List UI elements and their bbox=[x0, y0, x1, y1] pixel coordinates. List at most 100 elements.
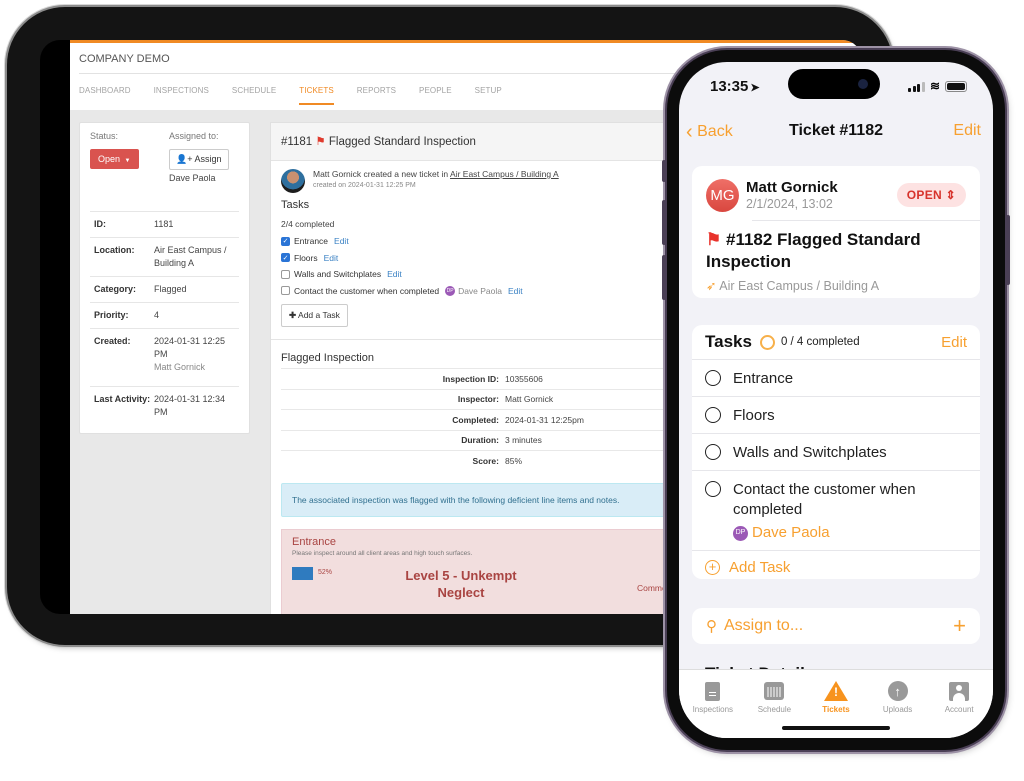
tab-label: Tickets bbox=[822, 705, 850, 714]
chevron-up-down-icon: ⇕ bbox=[945, 188, 956, 202]
inspection-value: 2024-01-31 12:25pm bbox=[505, 414, 584, 425]
tab-tickets[interactable]: ! Tickets bbox=[806, 680, 866, 714]
tab-account[interactable]: Account bbox=[929, 680, 989, 714]
field-created: Created: 2024-01-31 12:25 PM Matt Gornic… bbox=[90, 328, 239, 386]
nav-dashboard[interactable]: DASHBOARD bbox=[79, 74, 131, 107]
mobile-app-screen: 13:35 ➤ ≋ ‹ Back Ticket #1182 Edit MG Ma… bbox=[679, 62, 993, 738]
navigation-bar: ‹ Back Ticket #1182 Edit bbox=[679, 112, 993, 152]
task-checkbox[interactable] bbox=[281, 269, 290, 279]
task-label: Contact the customer when completed bbox=[733, 481, 916, 518]
flagged-alert: The associated inspection was flagged wi… bbox=[281, 482, 679, 517]
assign-row[interactable]: ⚲ Assign to... + bbox=[692, 608, 980, 644]
account-icon bbox=[949, 681, 970, 701]
nav-people[interactable]: PEOPLE bbox=[419, 74, 452, 107]
field-category: Category: Flagged bbox=[90, 276, 239, 302]
inspection-label: Score: bbox=[472, 455, 499, 466]
screen-title: Ticket #1182 bbox=[788, 122, 883, 139]
inspection-label: Inspection ID: bbox=[442, 373, 499, 384]
task-edit-link[interactable]: Edit bbox=[324, 253, 339, 263]
edit-button[interactable]: Edit bbox=[953, 122, 981, 140]
nav-reports[interactable]: REPORTS bbox=[357, 74, 396, 107]
task-row[interactable]: Entrance bbox=[692, 360, 980, 397]
task-row[interactable]: Floors bbox=[692, 397, 980, 434]
field-value: 2024-01-31 12:34 PM bbox=[154, 394, 226, 417]
location-link[interactable]: Air East Campus / Building A bbox=[450, 169, 559, 179]
phone-action-button bbox=[662, 160, 666, 182]
tab-uploads[interactable]: ↑ Uploads bbox=[868, 680, 928, 714]
field-value: 4 bbox=[154, 310, 160, 320]
avatar bbox=[281, 169, 305, 193]
inspection-label: Duration: bbox=[461, 435, 499, 446]
task-checkbox[interactable] bbox=[705, 444, 721, 460]
plus-circle-icon: + bbox=[705, 560, 720, 575]
task-edit-link[interactable]: Edit bbox=[334, 236, 349, 246]
nav-schedule[interactable]: SCHEDULE bbox=[232, 74, 276, 107]
tasks-edit-button[interactable]: Edit bbox=[941, 334, 967, 351]
task-checkbox[interactable] bbox=[281, 286, 290, 296]
field-last-activity: Last Activity: 2024-01-31 12:34 PM bbox=[90, 386, 239, 425]
assign-button[interactable]: 👤+ Assign bbox=[169, 149, 229, 170]
task-checkbox[interactable]: ✓ bbox=[281, 236, 290, 246]
location-arrow-icon: ➤ bbox=[750, 82, 760, 94]
inspection-row: Duration: 3 minutes bbox=[281, 429, 679, 451]
task-edit-link[interactable]: Edit bbox=[508, 286, 523, 296]
add-task-button[interactable]: ✚ Add a Task bbox=[281, 304, 348, 327]
deficient-title: Entrance bbox=[292, 535, 337, 548]
plus-icon: + bbox=[953, 613, 966, 638]
field-label: Location: bbox=[94, 245, 135, 255]
add-task-button[interactable]: + Add Task bbox=[692, 551, 980, 584]
status-bar: 13:35 ➤ ≋ bbox=[679, 62, 993, 112]
ticket-date: 2/1/2024, 13:02 bbox=[746, 197, 833, 211]
ticket-card: MG Matt Gornick 2/1/2024, 13:02 OPEN ⇕ ⚑… bbox=[692, 166, 980, 298]
task-label: Entrance bbox=[294, 236, 329, 247]
score-bar bbox=[292, 566, 313, 580]
person-icon: ⚲ bbox=[706, 618, 717, 635]
nav-tickets[interactable]: TICKETS bbox=[299, 74, 335, 107]
task-assignee[interactable]: Dave Paola bbox=[752, 523, 830, 543]
task-checkbox[interactable] bbox=[705, 481, 721, 497]
task-row: Walls and Switchplates Edit bbox=[281, 266, 679, 283]
task-label: Floors bbox=[294, 252, 318, 263]
phone-volume-up bbox=[662, 200, 666, 245]
field-label: Last Activity: bbox=[94, 394, 151, 404]
status-dropdown[interactable]: Open ▼ bbox=[90, 149, 139, 169]
task-checkbox[interactable]: ✓ bbox=[281, 253, 290, 263]
nav-setup[interactable]: SETUP bbox=[475, 74, 502, 107]
deficient-line-item: Entrance Please inspect around all clien… bbox=[281, 528, 688, 614]
tab-schedule[interactable]: Schedule bbox=[744, 680, 804, 714]
score-percent: 52% bbox=[318, 568, 333, 576]
field-label: Priority: bbox=[94, 310, 129, 320]
field-priority: Priority: 4 bbox=[90, 302, 239, 328]
home-indicator[interactable] bbox=[782, 726, 890, 730]
field-label: Category: bbox=[94, 284, 137, 294]
ticket-number: #1181 bbox=[281, 136, 313, 148]
task-row[interactable]: Contact the customer when completed DP D… bbox=[692, 471, 980, 551]
location-arrow-icon: ➶ bbox=[706, 279, 717, 293]
dynamic-island bbox=[788, 69, 880, 99]
inspection-label: Completed: bbox=[452, 414, 499, 425]
tab-label: Uploads bbox=[882, 705, 913, 714]
calendar-icon bbox=[764, 682, 785, 700]
assignee-avatar: DP bbox=[445, 285, 456, 296]
assigned-label: Assigned to: bbox=[169, 131, 219, 141]
signal-icon bbox=[908, 81, 925, 92]
task-edit-link[interactable]: Edit bbox=[387, 269, 402, 279]
task-row[interactable]: Walls and Switchplates bbox=[692, 434, 980, 471]
assign-button-label: Assign bbox=[194, 154, 222, 164]
tasks-count: 2/4 completed bbox=[281, 219, 335, 229]
status-time: 13:35 ➤ bbox=[710, 78, 760, 95]
deficient-level: Level 5 - Unkempt Neglect bbox=[405, 567, 517, 600]
inspection-row: Completed: 2024-01-31 12:25pm bbox=[281, 409, 679, 430]
tab-inspections[interactable]: Inspections bbox=[683, 680, 743, 714]
assignee-avatar: DP bbox=[733, 525, 748, 541]
assign-label: Assign to... bbox=[724, 617, 804, 634]
task-checkbox[interactable] bbox=[705, 370, 721, 386]
plus-icon: ✚ bbox=[289, 310, 297, 320]
status-picker[interactable]: OPEN ⇕ bbox=[896, 183, 966, 207]
nav-inspections[interactable]: INSPECTIONS bbox=[154, 74, 209, 107]
task-checkbox[interactable] bbox=[705, 407, 721, 423]
tasks-heading: Tasks bbox=[705, 332, 752, 351]
assignee-name: Dave Paola bbox=[169, 173, 216, 183]
phone-device: 13:35 ➤ ≋ ‹ Back Ticket #1182 Edit MG Ma… bbox=[662, 50, 1010, 750]
field-location: Location: Air East Campus / Building A bbox=[90, 237, 239, 276]
